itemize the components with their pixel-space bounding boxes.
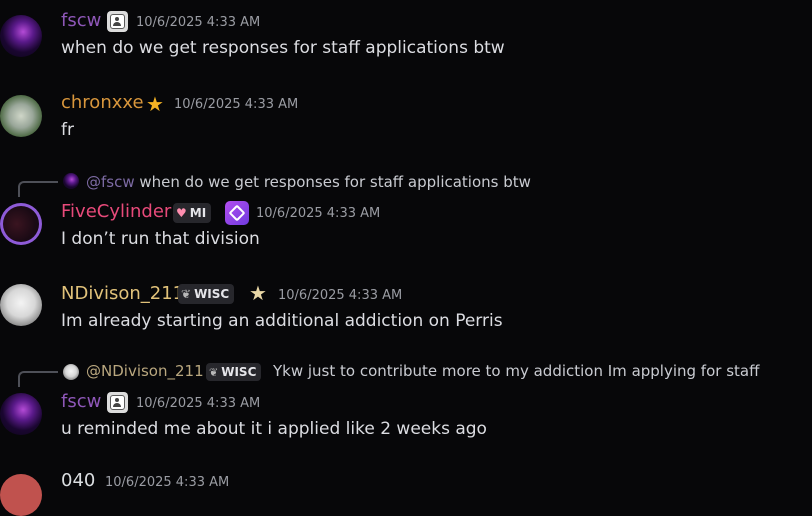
timestamp[interactable]: 10/6/2025 4:33 AM xyxy=(256,206,380,221)
server-tag[interactable]: ♥ MI xyxy=(173,203,212,223)
author-name[interactable]: NDivison_211 xyxy=(61,283,184,304)
boost-badge-icon[interactable] xyxy=(225,201,249,225)
avatar[interactable] xyxy=(0,15,42,57)
tag-label: WISC xyxy=(194,287,230,301)
tag-label: WISC xyxy=(221,365,257,379)
reply-text: Ykw just to contribute more to my addict… xyxy=(273,362,759,380)
reply-author[interactable]: @fscw xyxy=(86,173,135,191)
timestamp[interactable]: 10/6/2025 4:33 AM xyxy=(136,15,260,30)
timestamp[interactable]: 10/6/2025 4:33 AM xyxy=(278,288,402,303)
message-text: when do we get responses for staff appli… xyxy=(61,38,505,58)
reply-avatar[interactable] xyxy=(63,173,79,189)
message-text: u reminded me about it i applied like 2 … xyxy=(61,419,487,439)
author-name[interactable]: 040 xyxy=(61,470,95,491)
avatar[interactable] xyxy=(0,474,42,516)
profile-badge-icon[interactable] xyxy=(107,11,128,32)
author-name[interactable]: FiveCylinder xyxy=(61,201,171,222)
reply-avatar[interactable] xyxy=(63,364,79,380)
star-icon[interactable]: ★ xyxy=(249,283,267,303)
author-name[interactable]: chronxxe xyxy=(61,92,144,113)
message-text: Im already starting an additional addict… xyxy=(61,311,503,331)
profile-badge-icon[interactable] xyxy=(107,392,128,413)
reply-server-tag[interactable]: ❦ WISC xyxy=(206,363,262,381)
message-text: fr xyxy=(61,120,74,140)
avatar[interactable] xyxy=(0,203,42,245)
leaf-icon: ❦ xyxy=(181,287,192,301)
reply-author[interactable]: @NDivison_211 xyxy=(86,362,204,380)
timestamp[interactable]: 10/6/2025 4:33 AM xyxy=(174,97,298,112)
reply-preview[interactable]: @NDivison_211 xyxy=(86,362,204,380)
tag-label: MI xyxy=(189,206,207,220)
heart-icon: ♥ xyxy=(176,206,187,220)
leaf-icon: ❦ xyxy=(209,365,219,379)
reply-text: when do we get responses for staff appli… xyxy=(139,173,531,191)
reply-connector xyxy=(18,181,58,197)
avatar[interactable] xyxy=(0,393,42,435)
timestamp[interactable]: 10/6/2025 4:33 AM xyxy=(105,475,229,490)
avatar[interactable] xyxy=(0,95,42,137)
server-tag[interactable]: ❦ WISC xyxy=(178,284,235,304)
author-name[interactable]: fscw xyxy=(61,10,101,31)
timestamp[interactable]: 10/6/2025 4:33 AM xyxy=(136,396,260,411)
reply-text-content: Ykw just to contribute more to my addict… xyxy=(273,362,760,380)
star-icon[interactable]: ★ xyxy=(146,94,164,114)
author-name[interactable]: fscw xyxy=(61,391,101,412)
reply-connector xyxy=(18,371,58,387)
avatar[interactable] xyxy=(0,284,42,326)
message-text: I don’t run that division xyxy=(61,229,260,249)
reply-preview[interactable]: @fscw when do we get responses for staff… xyxy=(86,173,531,191)
